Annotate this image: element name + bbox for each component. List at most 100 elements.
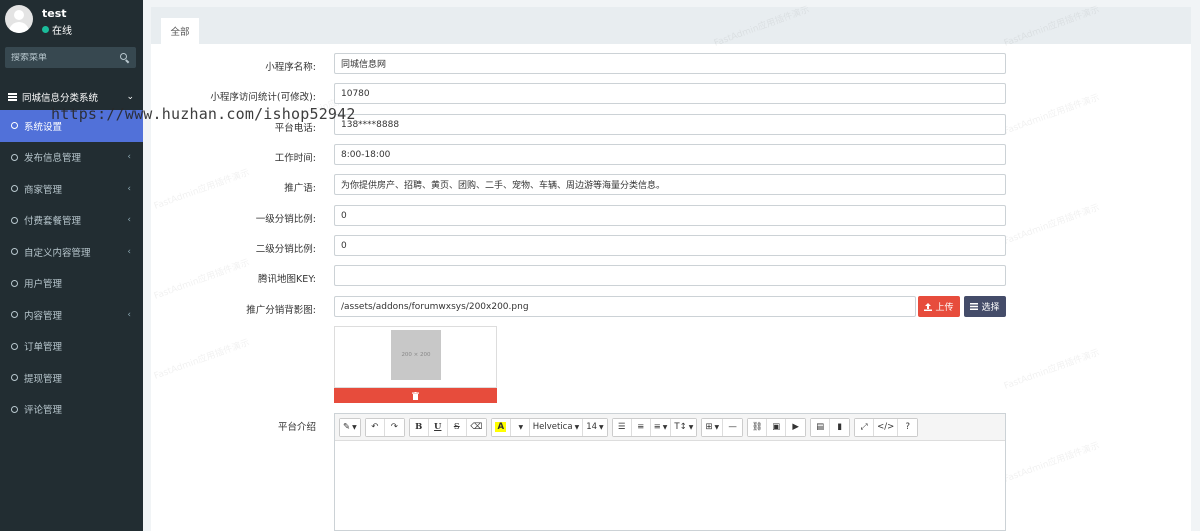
strikethrough-icon: S: [453, 422, 460, 432]
sidebar-item-post-management[interactable]: 发布信息管理 ‹: [0, 142, 143, 174]
undo-button[interactable]: ↶: [365, 418, 385, 436]
redo-button[interactable]: ↷: [384, 418, 404, 436]
phone-input[interactable]: 138****8888: [334, 114, 1006, 135]
sidebar-item-content-management[interactable]: 内容管理 ‹: [0, 299, 143, 331]
link-button[interactable]: ⛓: [748, 418, 768, 436]
circle-icon: [11, 374, 18, 382]
image-thumbnail[interactable]: 200 × 200: [391, 330, 441, 380]
sidebar-item-comment-management[interactable]: 评论管理: [0, 394, 143, 426]
table-button[interactable]: ⊞ ▼: [702, 418, 724, 436]
sidebar-item-order-management[interactable]: 订单管理: [0, 331, 143, 363]
settings-panel: 全部 FastAdmin应用插件演示 FastAdmin应用插件演示 FastA…: [151, 5, 1191, 531]
platform-intro-label: 平台介绍: [277, 422, 316, 433]
list-icon: [970, 303, 979, 310]
table-icon: ⊞: [705, 422, 713, 432]
user-status: 在线: [42, 22, 72, 37]
sidebar-item-withdraw-management[interactable]: 提现管理: [0, 362, 143, 394]
map-key-label: 腾讯地图KEY:: [258, 274, 316, 285]
select-button[interactable]: 选择: [964, 296, 1006, 317]
sidebar-group-label: 同城信息分类系统: [22, 93, 99, 104]
sidebar: test 在线 同城信息分类系统 ⌄ 系统设置 发布信息管理 ‹ 商家管理 ‹ 付费…: [0, 0, 143, 531]
unordered-list-button[interactable]: ☰: [612, 418, 632, 436]
upload-button[interactable]: 上传: [918, 296, 960, 317]
strikethrough-button[interactable]: S: [447, 418, 467, 436]
color-dropdown-button[interactable]: ▼: [510, 418, 530, 436]
align-icon: ≡: [653, 422, 661, 432]
tab-all[interactable]: 全部: [161, 18, 199, 44]
sidebar-item-user-management[interactable]: 用户管理: [0, 268, 143, 300]
circle-icon: [11, 405, 18, 413]
sidebar-item-label: 自定义内容管理: [24, 247, 91, 259]
sidebar-item-system-settings[interactable]: 系统设置: [0, 110, 143, 142]
text-color-button[interactable]: A: [491, 418, 511, 436]
sidebar-item-custom-content[interactable]: 自定义内容管理 ‹: [0, 236, 143, 268]
video-button[interactable]: ▶: [786, 418, 806, 436]
insert-attachment-button[interactable]: ▮: [830, 418, 850, 436]
app-name-label: 小程序名称:: [265, 62, 316, 73]
chevron-down-icon: ⌄: [126, 92, 134, 102]
image-button[interactable]: ▣: [767, 418, 787, 436]
font-size-value: 14: [586, 422, 598, 432]
clear-format-button[interactable]: ⌫: [466, 418, 486, 436]
font-size-select[interactable]: 14 ▼: [583, 418, 607, 436]
bold-button[interactable]: B: [409, 418, 429, 436]
level2-ratio-label: 二级分销比例:: [255, 244, 316, 255]
undo-icon: ↶: [371, 422, 379, 432]
bold-icon: B: [415, 422, 423, 432]
underline-button[interactable]: U: [428, 418, 448, 436]
caret-down-icon: ▼: [518, 423, 524, 431]
work-hours-input[interactable]: 8:00-18:00: [334, 144, 1006, 165]
insert-image-file-button[interactable]: ▤: [811, 418, 831, 436]
search-input[interactable]: [11, 52, 111, 63]
eraser-icon: ⌫: [470, 422, 483, 432]
main-content: 全部 FastAdmin应用插件演示 FastAdmin应用插件演示 FastA…: [143, 0, 1200, 531]
avatar[interactable]: [5, 5, 33, 33]
circle-icon: [11, 342, 18, 350]
chevron-left-icon: ‹: [127, 246, 131, 257]
sidebar-item-label: 评论管理: [24, 405, 63, 417]
watermark: FastAdmin应用插件演示: [1002, 347, 1101, 392]
map-key-input[interactable]: [334, 265, 1006, 286]
image-preview-box: 200 × 200: [334, 326, 497, 388]
magic-wand-icon: ✎: [343, 422, 351, 432]
sidebar-item-label: 用户管理: [24, 279, 63, 291]
circle-icon: [11, 185, 18, 193]
watermark: FastAdmin应用插件演示: [152, 337, 251, 382]
chevron-left-icon: ‹: [127, 152, 131, 163]
line-height-button[interactable]: T↕ ▼: [671, 418, 697, 436]
help-button[interactable]: ?: [898, 418, 918, 436]
slogan-input[interactable]: 为你提供房产、招聘、黄页、团购、二手、宠物、车辆、周边游等海量分类信息。: [334, 174, 1006, 195]
sidebar-group-header[interactable]: 同城信息分类系统 ⌄: [0, 85, 143, 109]
slogan-label: 推广语:: [284, 183, 316, 194]
background-image-path-input[interactable]: /assets/addons/forumwxsys/200x200.png: [334, 296, 916, 317]
fullscreen-button[interactable]: ⤢: [855, 418, 875, 436]
app-name-input[interactable]: 同城信息网: [334, 53, 1006, 74]
magic-style-button[interactable]: ✎ ▼: [340, 418, 360, 436]
menu-search: [5, 47, 136, 68]
visits-input[interactable]: 10780: [334, 83, 1006, 104]
user-status-text: 在线: [52, 26, 72, 37]
sidebar-item-label: 付费套餐管理: [24, 216, 82, 228]
upload-button-label: 上传: [935, 302, 954, 312]
rich-text-editor: ✎ ▼ ↶ ↷ B U S ⌫ A ▼ Helvetica ▼ 14 ▼ ☰ ≡…: [334, 413, 1006, 531]
sidebar-item-label: 提现管理: [24, 373, 63, 385]
search-icon[interactable]: [120, 52, 130, 63]
level1-ratio-input[interactable]: 0: [334, 205, 1006, 226]
font-family-select[interactable]: Helvetica ▼: [529, 418, 584, 436]
work-hours-label: 工作时间:: [274, 153, 316, 164]
sidebar-item-package-management[interactable]: 付费套餐管理 ‹: [0, 205, 143, 237]
horizontal-rule-button[interactable]: —: [723, 418, 743, 436]
paragraph-align-button[interactable]: ≡ ▼: [650, 418, 672, 436]
code-view-button[interactable]: </>: [874, 418, 899, 436]
horizontal-rule-icon: —: [728, 422, 737, 432]
ordered-list-button[interactable]: ≡: [631, 418, 651, 436]
font-family-value: Helvetica: [532, 422, 573, 432]
level2-ratio-input[interactable]: 0: [334, 235, 1006, 256]
delete-image-button[interactable]: [334, 388, 497, 403]
sidebar-item-label: 发布信息管理: [24, 153, 82, 165]
sidebar-item-merchant-management[interactable]: 商家管理 ‹: [0, 173, 143, 205]
online-dot-icon: [42, 26, 49, 33]
trash-icon: [412, 391, 419, 400]
select-button-label: 选择: [981, 302, 1000, 312]
image-icon: ▣: [772, 422, 781, 432]
